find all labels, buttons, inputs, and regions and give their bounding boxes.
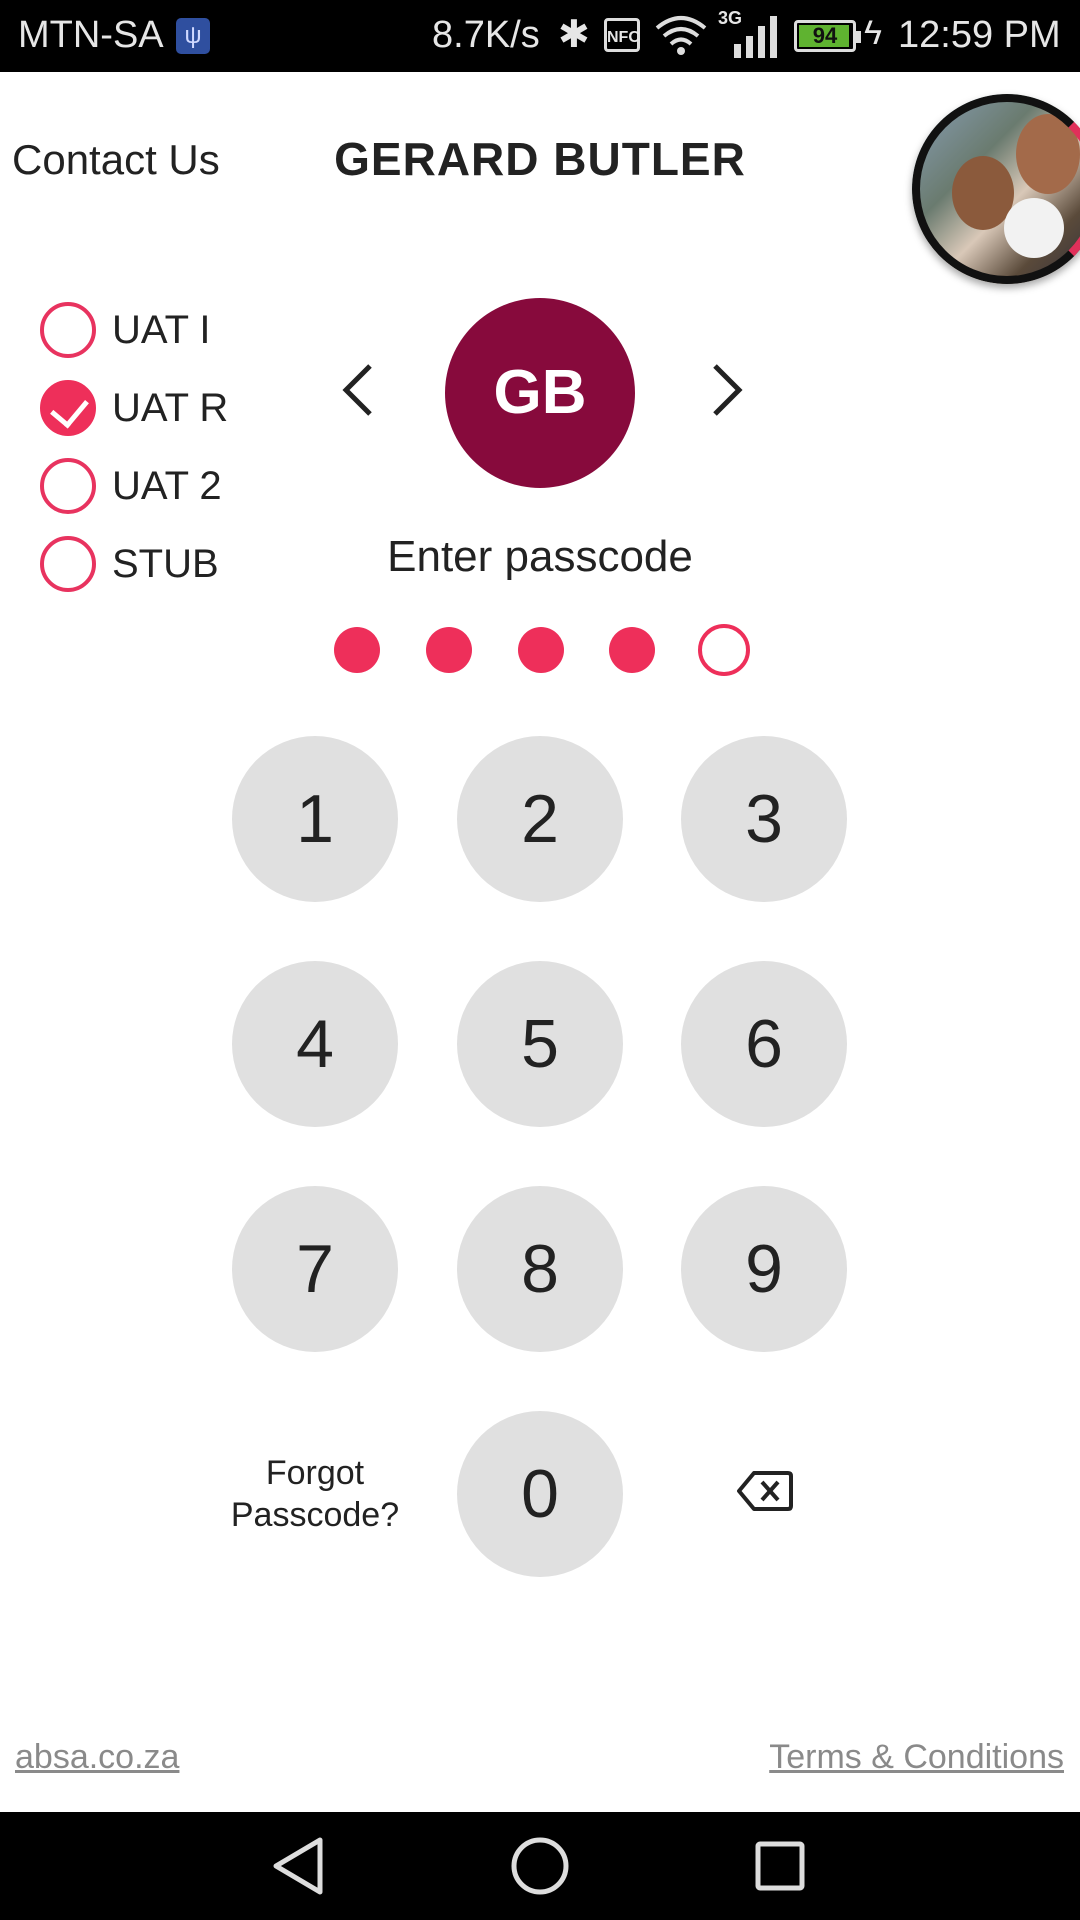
key-8[interactable]: 8	[457, 1186, 623, 1352]
key-7[interactable]: 7	[232, 1186, 398, 1352]
bluetooth-icon: ✱	[558, 14, 590, 56]
carrier-name: MTN-SA	[18, 14, 164, 56]
user-initials-avatar: GB	[445, 298, 635, 488]
key-2[interactable]: 2	[457, 736, 623, 902]
clock: 12:59 PM	[898, 14, 1061, 56]
passcode-prompt: Enter passcode	[387, 532, 693, 581]
key-4[interactable]: 4	[232, 961, 398, 1127]
env-label: UAT I	[112, 308, 211, 352]
key-0[interactable]: 0	[457, 1411, 623, 1577]
key-6[interactable]: 6	[681, 961, 847, 1127]
back-icon[interactable]	[268, 1834, 332, 1898]
battery-level: 94	[812, 23, 838, 48]
env-label: UAT R	[112, 386, 229, 430]
env-option-uat-i[interactable]: UAT I	[40, 298, 300, 376]
recents-icon[interactable]	[748, 1834, 812, 1898]
status-bar: MTN-SA ψ 8.7K/s ✱ NFC 3G 94 ϟ 12:59 PM	[0, 0, 1080, 72]
passcode-dot-filled	[518, 627, 564, 673]
key-1[interactable]: 1	[232, 736, 398, 902]
passcode-dot-filled	[334, 627, 380, 673]
battery-icon: 94	[794, 20, 861, 52]
radio-button[interactable]	[40, 302, 96, 358]
forgot-line-2: Passcode?	[230, 1496, 400, 1534]
key-3[interactable]: 3	[681, 736, 847, 902]
signal-icon	[734, 16, 777, 58]
check-icon	[50, 388, 89, 429]
env-option-uat-2[interactable]: UAT 2	[40, 454, 300, 532]
radio-button-checked[interactable]	[40, 380, 96, 436]
system-nav-bar	[0, 1812, 1080, 1920]
forgot-passcode-button[interactable]: Forgot Passcode?	[220, 1452, 410, 1536]
nfc-icon: NFC	[604, 18, 640, 52]
forgot-line-1: Forgot	[265, 1454, 365, 1492]
terms-conditions-link[interactable]: Terms & Conditions	[769, 1738, 1064, 1777]
key-5[interactable]: 5	[457, 961, 623, 1127]
chevron-left-icon[interactable]	[340, 362, 380, 418]
chevron-right-icon[interactable]	[705, 362, 745, 418]
passcode-dot-filled	[609, 627, 655, 673]
wifi-icon	[655, 16, 707, 55]
profile-photo[interactable]	[912, 94, 1080, 284]
env-label: UAT 2	[112, 464, 222, 508]
network-speed: 8.7K/s	[432, 14, 540, 56]
home-icon[interactable]	[508, 1834, 572, 1898]
backspace-icon[interactable]	[736, 1470, 794, 1512]
env-option-uat-r[interactable]: UAT R	[40, 376, 300, 454]
charging-icon: ϟ	[864, 14, 882, 52]
absa-website-link[interactable]: absa.co.za	[15, 1738, 179, 1777]
passcode-dot-empty	[698, 624, 750, 676]
passcode-dot-filled	[426, 627, 472, 673]
usb-icon: ψ	[176, 18, 210, 54]
radio-button[interactable]	[40, 458, 96, 514]
key-9[interactable]: 9	[681, 1186, 847, 1352]
